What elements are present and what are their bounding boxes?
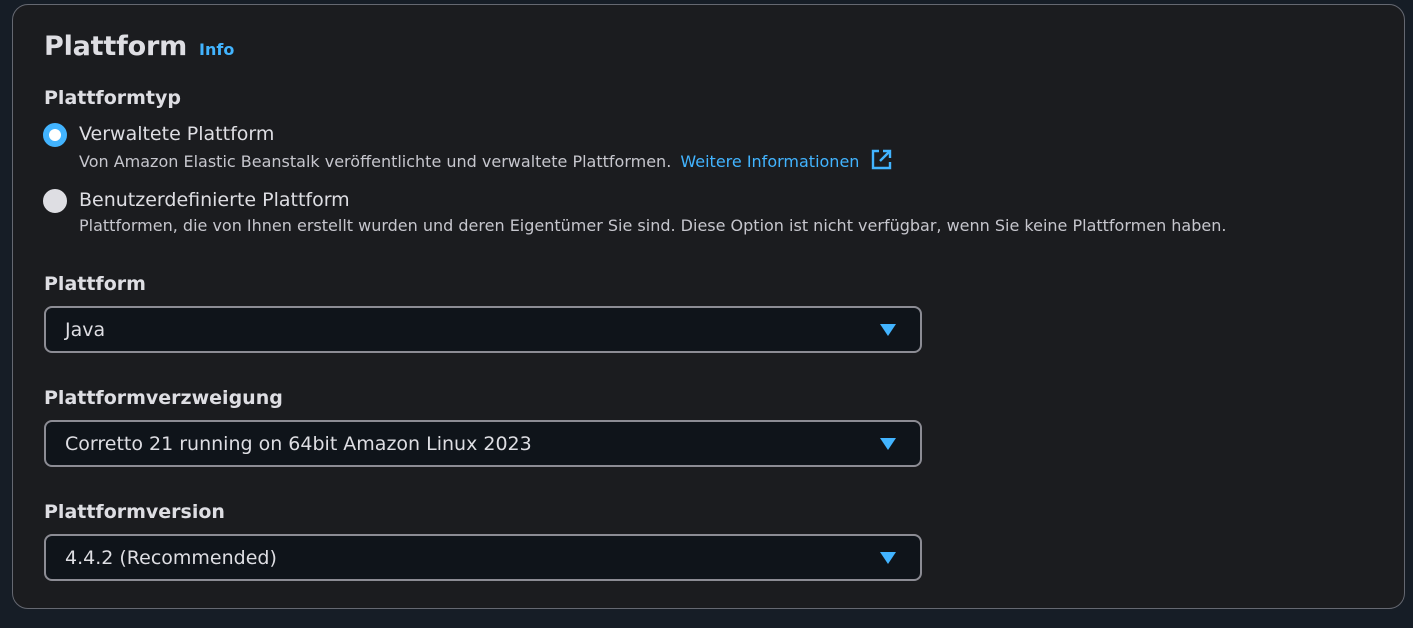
learn-more-link-label: Weitere Informationen	[680, 152, 860, 171]
caret-down-icon	[880, 324, 896, 336]
radio-title-managed: Verwaltete Plattform	[79, 123, 275, 145]
learn-more-link[interactable]: Weitere Informationen	[680, 149, 891, 171]
platform-label: Plattform	[44, 273, 146, 295]
radio-option-custom-platform[interactable]: Benutzerdefinierte Plattform Plattformen…	[43, 188, 1226, 237]
platform-select[interactable]: Java	[44, 306, 922, 353]
radio-option-managed-platform[interactable]: Verwaltete Plattform Von Amazon Elastic …	[43, 122, 892, 176]
radio-title-custom: Benutzerdefinierte Plattform	[79, 189, 350, 211]
platform-branch-select-value: Corretto 21 running on 64bit Amazon Linu…	[65, 432, 532, 455]
radio-description-custom: Plattformen, die von Ihnen erstellt wurd…	[79, 216, 1227, 235]
platform-select-value: Java	[65, 318, 106, 341]
radio-description-managed-text: Von Amazon Elastic Beanstalk veröffentli…	[79, 152, 672, 171]
platform-branch-select[interactable]: Corretto 21 running on 64bit Amazon Linu…	[44, 420, 922, 467]
radio-button-managed[interactable]	[43, 123, 67, 147]
caret-down-icon	[880, 552, 896, 564]
platform-panel: Plattform Info Plattformtyp Verwaltete P…	[12, 4, 1405, 609]
caret-down-icon	[880, 438, 896, 450]
panel-title: Plattform	[44, 31, 188, 62]
platform-branch-label: Plattformverzweigung	[44, 387, 283, 409]
platform-version-label: Plattformversion	[44, 501, 225, 523]
panel-header: Plattform Info	[44, 31, 234, 62]
platform-version-select[interactable]: 4.4.2 (Recommended)	[44, 534, 922, 581]
platform-version-select-value: 4.4.2 (Recommended)	[65, 546, 277, 569]
radio-text-managed: Verwaltete Plattform Von Amazon Elastic …	[79, 122, 892, 176]
radio-text-custom: Benutzerdefinierte Plattform Plattformen…	[79, 188, 1226, 237]
external-link-icon	[871, 149, 892, 176]
info-link[interactable]: Info	[199, 40, 234, 59]
radio-button-custom[interactable]	[43, 189, 67, 213]
page: Plattform Info Plattformtyp Verwaltete P…	[0, 0, 1413, 628]
platform-type-label: Plattformtyp	[44, 87, 181, 109]
radio-description-managed: Von Amazon Elastic Beanstalk veröffentli…	[79, 149, 892, 176]
